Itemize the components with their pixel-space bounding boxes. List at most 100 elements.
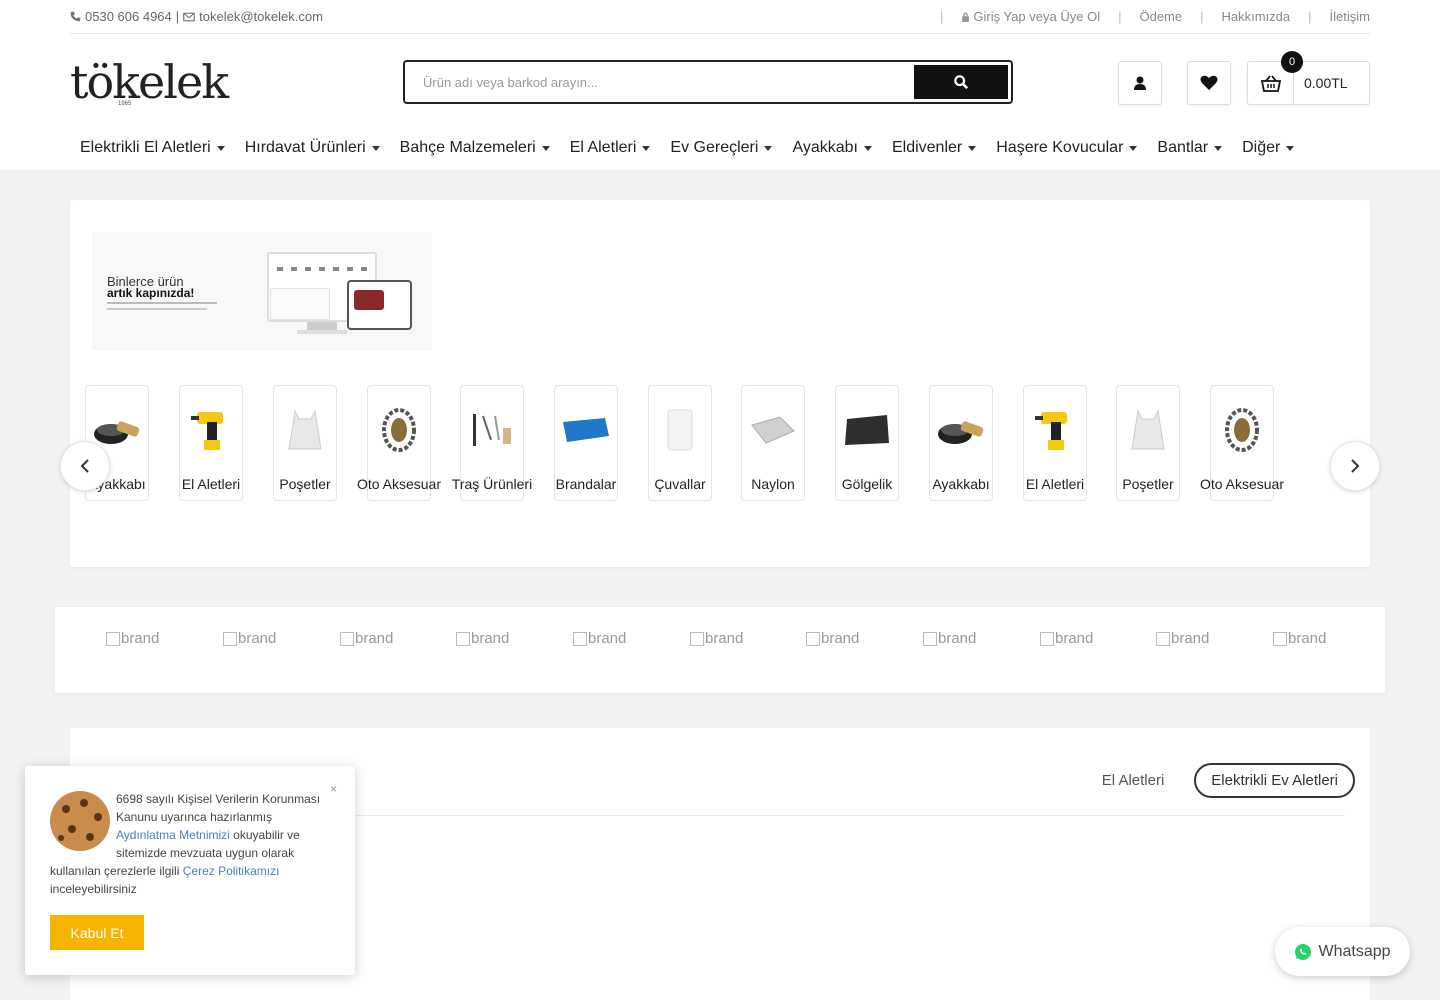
- cookie-close-button[interactable]: ×: [330, 782, 337, 796]
- razor-icon: [473, 414, 511, 446]
- category-card[interactable]: Çuvallar: [648, 385, 712, 501]
- chevron-left-icon: [80, 459, 89, 473]
- category-carousel: Ayakkabı El Aletleri Poşetler Oto Aksesu…: [70, 385, 1370, 545]
- brand-logo[interactable]: brand: [1156, 630, 1209, 647]
- broken-image-icon: [106, 631, 120, 646]
- brand-strip: brand brand brand brand brand brand bran…: [55, 607, 1385, 693]
- search-icon: [954, 75, 968, 89]
- caret-down-icon: [1286, 145, 1295, 151]
- payment-link[interactable]: Ödeme: [1139, 9, 1182, 24]
- search-button[interactable]: [914, 65, 1008, 99]
- divider: |: [1308, 9, 1312, 24]
- bag-icon: [1131, 409, 1165, 450]
- caret-down-icon: [764, 145, 773, 151]
- bag-icon: [288, 409, 322, 450]
- caret-down-icon: [642, 145, 651, 151]
- category-card[interactable]: Poşetler: [273, 385, 337, 501]
- promo-subtitle: artık kapınızda!: [107, 286, 195, 300]
- email-address[interactable]: tokelek@tokelek.com: [199, 9, 323, 24]
- category-card[interactable]: Brandalar: [554, 385, 618, 501]
- nav-item-bantlar[interactable]: Bantlar: [1147, 139, 1232, 157]
- category-card[interactable]: Ayakkabı: [929, 385, 993, 501]
- nav-item-diger[interactable]: Diğer: [1232, 139, 1304, 157]
- contact-info: 0530 606 4964 | tokelek@tokelek.com: [70, 9, 323, 24]
- tarp-icon: [563, 418, 609, 442]
- nav-item-hirdavat[interactable]: Hırdavat Ürünleri: [235, 139, 390, 157]
- wishlist-button[interactable]: [1187, 61, 1231, 105]
- nylon-icon: [751, 416, 795, 444]
- divider: |: [1200, 9, 1204, 24]
- about-link[interactable]: Hakkımızda: [1222, 9, 1291, 24]
- caret-down-icon: [968, 145, 977, 151]
- nav-item-ev-gerecleri[interactable]: Ev Gereçleri: [660, 139, 782, 157]
- category-card[interactable]: El Aletleri: [179, 385, 243, 501]
- whatsapp-button[interactable]: Whatsapp: [1275, 927, 1410, 976]
- nav-item-bahce[interactable]: Bahçe Malzemeleri: [390, 139, 560, 157]
- product-tabs: El Aletleri Elektrikli Ev Aletleri: [1102, 763, 1355, 798]
- contact-link[interactable]: İletişim: [1330, 9, 1370, 24]
- broken-image-icon: [1273, 631, 1287, 646]
- category-card[interactable]: Traş Ürünleri: [452, 385, 532, 501]
- contact-separator: |: [175, 9, 180, 24]
- caret-down-icon: [541, 145, 550, 151]
- brand-logo[interactable]: brand: [806, 630, 859, 647]
- category-card[interactable]: Oto Aksesuar: [357, 385, 441, 501]
- brand-logo[interactable]: brand: [106, 630, 159, 647]
- category-card[interactable]: Poşetler: [1116, 385, 1180, 501]
- nav-item-el-aletleri[interactable]: El Aletleri: [560, 139, 661, 157]
- drill-icon: [1035, 412, 1067, 450]
- carousel-prev-button[interactable]: [60, 441, 110, 491]
- category-card[interactable]: El Aletleri: [1023, 385, 1087, 501]
- brand-logo[interactable]: brand: [573, 630, 626, 647]
- whatsapp-label: Whatsapp: [1318, 942, 1391, 960]
- category-card[interactable]: Gölgelik: [835, 385, 899, 501]
- brand-logo[interactable]: brand: [923, 630, 976, 647]
- brand-logo[interactable]: brand: [1273, 630, 1326, 647]
- category-card[interactable]: Naylon: [741, 385, 805, 501]
- cookie-policy-link[interactable]: Çerez Politikamızı: [183, 864, 280, 878]
- brand-logo[interactable]: brand: [1040, 630, 1093, 647]
- account-button[interactable]: [1118, 61, 1162, 105]
- category-card[interactable]: Oto Aksesuar: [1200, 385, 1284, 501]
- user-icon: [1134, 76, 1146, 90]
- category-panel: Binlerce ürün artık kapınızda! Ayakkabı …: [60, 200, 1380, 567]
- tab-el-aletleri[interactable]: El Aletleri: [1102, 772, 1165, 789]
- carousel-next-button[interactable]: [1330, 441, 1380, 491]
- tab-elektrikli-ev-aletleri[interactable]: Elektrikli Ev Aletleri: [1194, 763, 1355, 798]
- lock-icon: [962, 12, 970, 22]
- caret-down-icon: [1214, 145, 1223, 151]
- caret-down-icon: [216, 145, 225, 151]
- site-logo[interactable]: tökelek: [70, 55, 229, 109]
- nav-item-eldivenler[interactable]: Eldivenler: [882, 139, 986, 157]
- promo-banner[interactable]: Binlerce ürün artık kapınızda!: [92, 232, 432, 350]
- basket-icon: [1260, 74, 1281, 92]
- brand-logo[interactable]: brand: [340, 630, 393, 647]
- nav-item-ayakkabi[interactable]: Ayakkabı: [782, 139, 882, 157]
- brand-logo[interactable]: brand: [690, 630, 743, 647]
- cart-total: 0.00TL: [1304, 75, 1348, 91]
- cart-button[interactable]: 0.00TL 0: [1247, 51, 1370, 105]
- chevron-right-icon: [1351, 459, 1360, 473]
- logo-year: 1965: [118, 101, 132, 107]
- caret-down-icon: [1129, 145, 1138, 151]
- brand-logo[interactable]: brand: [223, 630, 276, 647]
- accept-cookies-button[interactable]: Kabul Et: [50, 915, 144, 950]
- drill-icon: [191, 412, 223, 450]
- nav-item-elektrikli-el-aletleri[interactable]: Elektrikli El Aletleri: [70, 139, 235, 157]
- broken-image-icon: [923, 631, 937, 646]
- privacy-notice-link[interactable]: Aydınlatma Metnimizi: [116, 828, 230, 842]
- search-input[interactable]: [423, 71, 903, 93]
- caret-down-icon: [371, 145, 380, 151]
- login-link[interactable]: Giriş Yap veya Üye Ol: [973, 9, 1100, 24]
- broken-image-icon: [1040, 631, 1054, 646]
- heart-icon: [1200, 75, 1218, 90]
- broken-image-icon: [806, 631, 820, 646]
- brand-logo[interactable]: brand: [456, 630, 509, 647]
- caret-down-icon: [863, 145, 872, 151]
- phone-number[interactable]: 0530 606 4964: [85, 9, 172, 24]
- tire-chain-icon: [1225, 408, 1259, 452]
- whatsapp-icon: [1295, 943, 1312, 960]
- tire-chain-icon: [382, 408, 416, 452]
- nav-item-hasere-kovucular[interactable]: Haşere Kovucular: [986, 139, 1147, 157]
- main-nav: Elektrikli El Aletleri Hırdavat Ürünleri…: [70, 139, 1304, 157]
